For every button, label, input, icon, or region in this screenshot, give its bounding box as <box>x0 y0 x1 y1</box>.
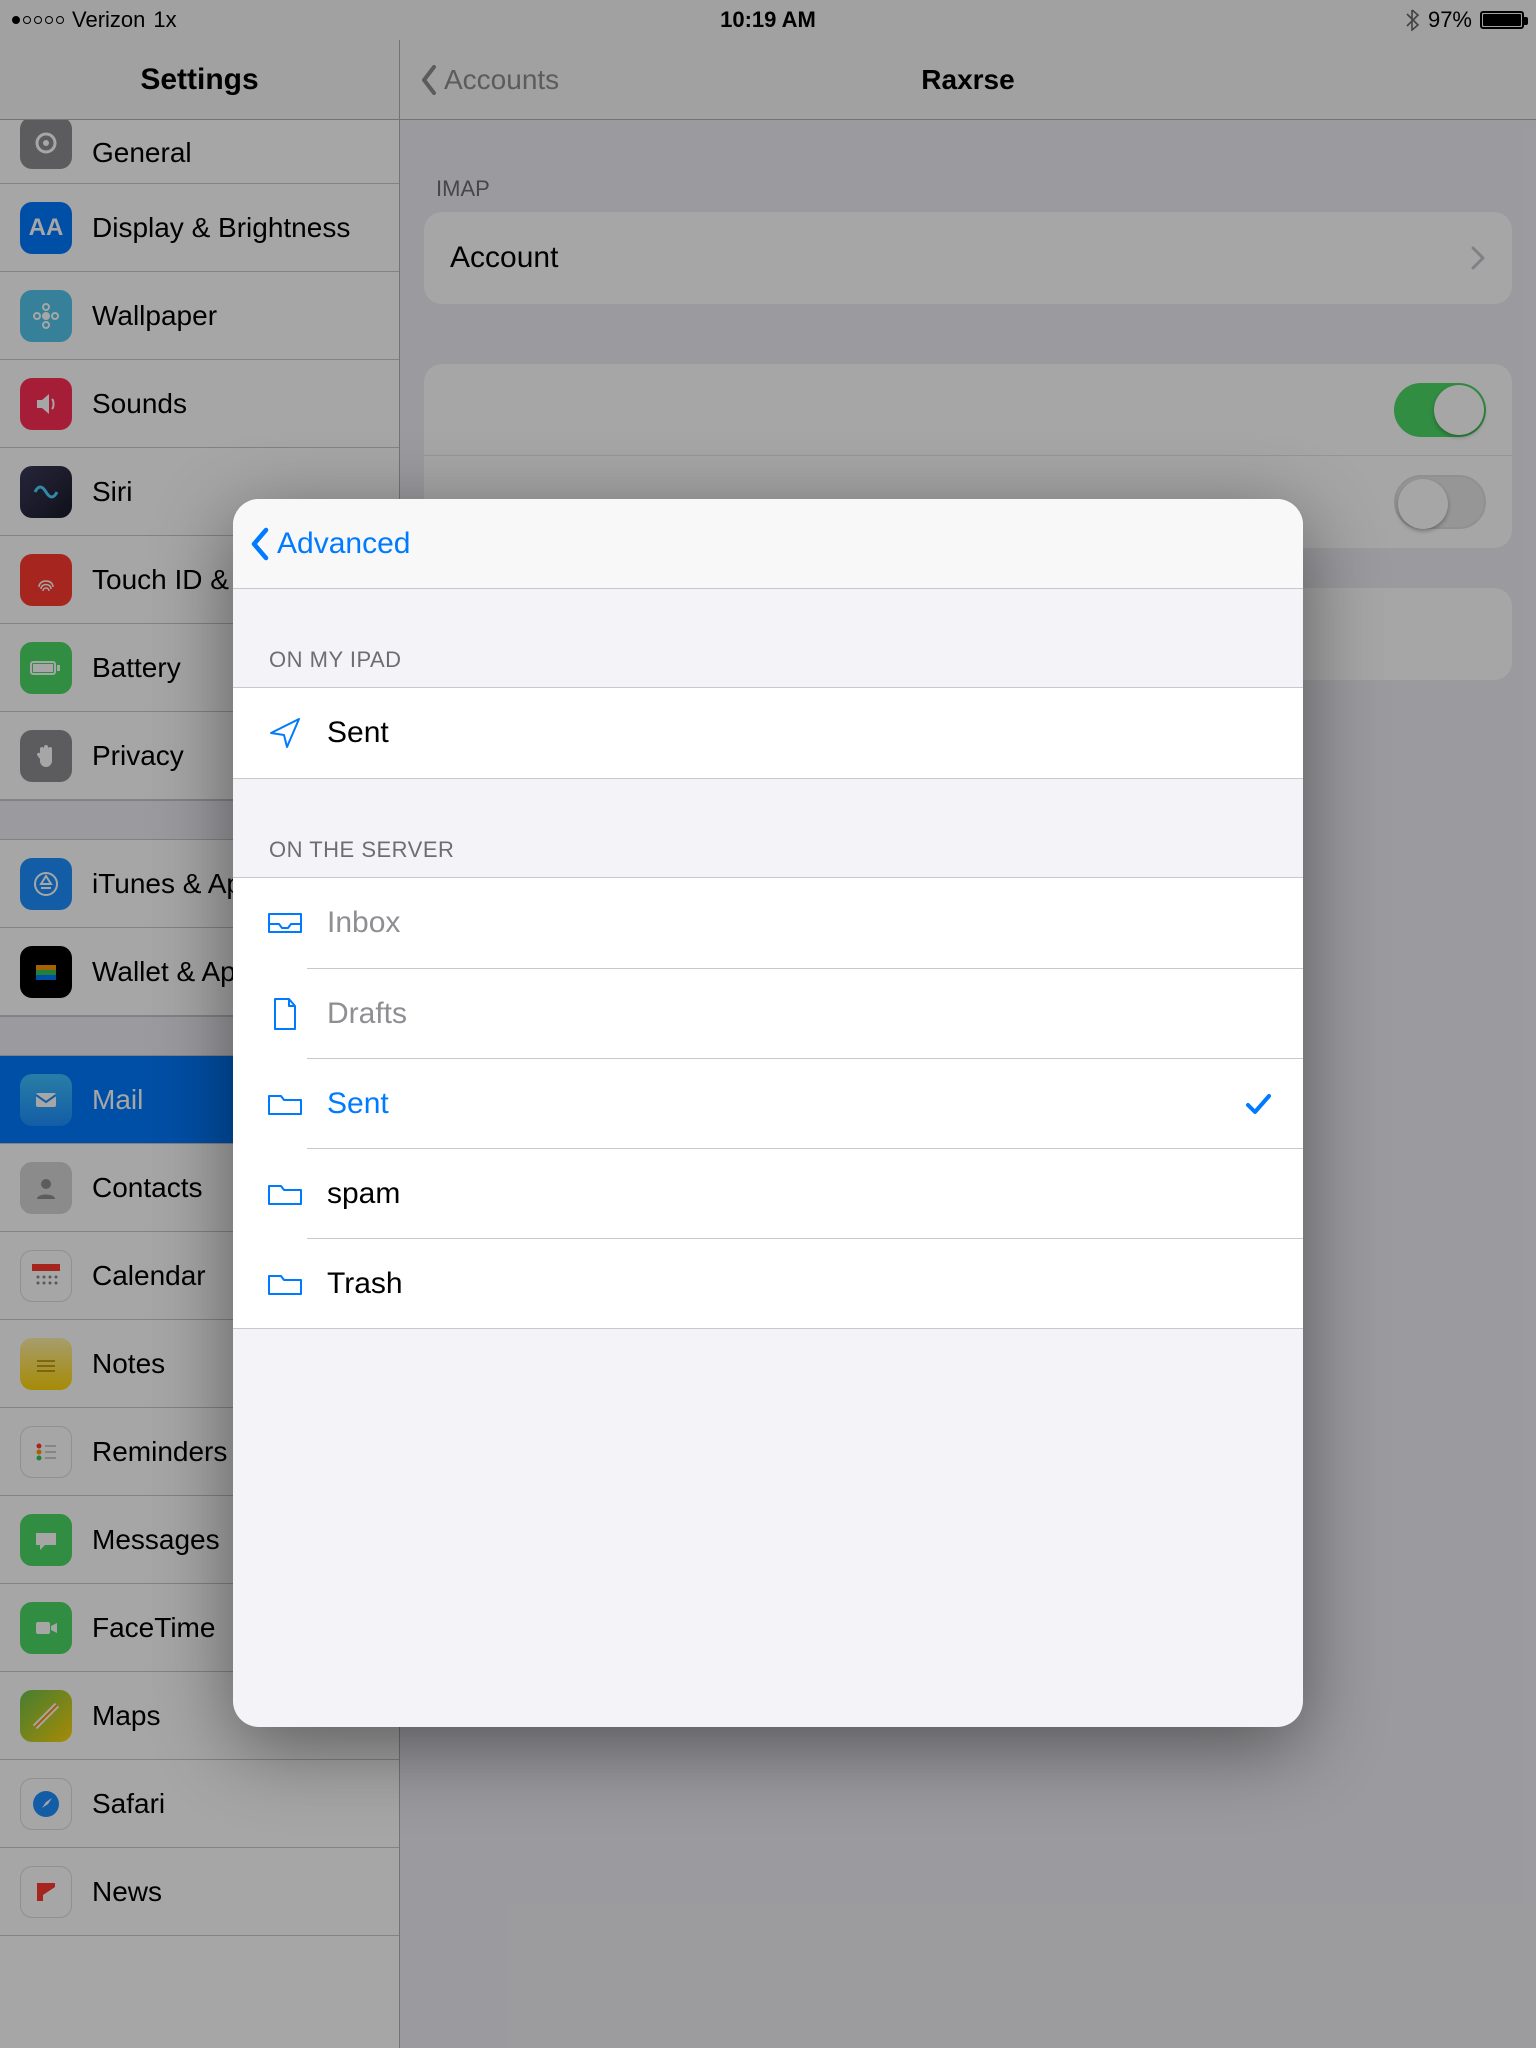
mailbox-label: Drafts <box>327 997 1273 1031</box>
back-advanced-button[interactable]: Advanced <box>249 526 410 562</box>
on-the-server-header: ON THE SERVER <box>233 779 1303 877</box>
server-sent-cell[interactable]: Sent <box>307 1058 1303 1148</box>
mailbox-label: Sent <box>327 716 1273 750</box>
server-trash-cell[interactable]: Trash <box>307 1238 1303 1328</box>
inbox-icon <box>263 905 307 941</box>
folder-icon <box>263 1086 307 1122</box>
on-my-ipad-header: ON MY IPAD <box>233 589 1303 687</box>
mailbox-label: Inbox <box>327 906 1273 940</box>
send-icon <box>263 715 307 751</box>
server-inbox-cell[interactable]: Inbox <box>233 878 1303 968</box>
folder-icon <box>263 1266 307 1302</box>
mailbox-label: spam <box>327 1177 1273 1211</box>
local-mailboxes-group: Sent <box>233 687 1303 779</box>
mailbox-label: Sent <box>327 1087 1243 1121</box>
mailbox-picker-popover: Advanced ON MY IPAD Sent ON THE SERVER I… <box>233 499 1303 1727</box>
back-advanced-label: Advanced <box>277 527 410 561</box>
popover-nav: Advanced <box>233 499 1303 589</box>
server-spam-cell[interactable]: spam <box>307 1148 1303 1238</box>
mailbox-label: Trash <box>327 1267 1273 1301</box>
local-sent-cell[interactable]: Sent <box>233 688 1303 778</box>
server-mailboxes-group: Inbox Drafts Sent spam <box>233 877 1303 1329</box>
file-icon <box>263 996 307 1032</box>
server-drafts-cell[interactable]: Drafts <box>307 968 1303 1058</box>
folder-icon <box>263 1176 307 1212</box>
chevron-left-icon <box>249 526 271 562</box>
checkmark-icon <box>1243 1089 1273 1119</box>
